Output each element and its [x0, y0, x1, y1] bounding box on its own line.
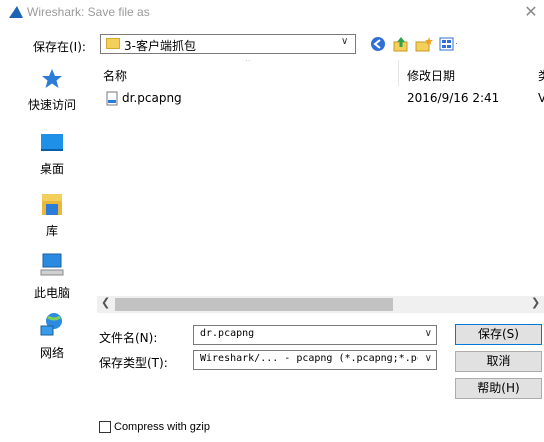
save-in-label: 保存在(I):	[33, 40, 86, 54]
gzip-label[interactable]: Compress with gzip	[114, 421, 210, 433]
sidebar-item-library[interactable]: 库	[12, 192, 92, 240]
column-divider[interactable]	[398, 60, 399, 86]
scroll-left-icon[interactable]: ❮	[101, 296, 110, 309]
places-sidebar: 快速访问 桌面 库 此电脑 网络	[12, 60, 92, 420]
computer-icon	[40, 253, 64, 276]
sidebar-item-network[interactable]: 网络	[12, 312, 92, 360]
column-header-modified[interactable]: 修改日期	[407, 67, 455, 84]
sidebar-label: 桌面	[39, 162, 64, 176]
scrollbar-thumb[interactable]	[115, 298, 393, 311]
sidebar-label: 网络	[39, 346, 64, 360]
help-button[interactable]: 帮助(H)	[455, 378, 542, 399]
network-icon	[40, 313, 62, 336]
location-dropdown[interactable]: 3-客户端抓包 ∨	[100, 34, 356, 54]
file-list: ⌃ 名称 修改日期 类 dr.pcapng 2016/9/16 2:41 V	[97, 60, 544, 313]
chevron-down-icon: ∨	[424, 353, 432, 364]
filename-label: 文件名(N):	[99, 331, 158, 345]
chevron-down-icon: ∨	[424, 328, 432, 339]
sidebar-label: 快速访问	[27, 98, 76, 112]
pcapng-file-icon	[106, 91, 118, 106]
location-value: 3-客户端抓包	[124, 39, 196, 53]
new-folder-icon[interactable]	[415, 35, 433, 53]
close-button[interactable]: ✕	[522, 3, 540, 21]
file-row[interactable]: dr.pcapng 2016/9/16 2:41 V	[104, 90, 544, 108]
column-header-name[interactable]: 名称	[103, 67, 127, 84]
title-bar: Wireshark: Save file as ✕	[0, 0, 544, 26]
desktop-icon	[41, 134, 63, 151]
star-icon	[42, 69, 62, 88]
sort-up-icon: ⌃	[244, 60, 252, 68]
filetype-label: 保存类型(T):	[99, 356, 168, 370]
folder-icon	[106, 38, 120, 49]
sidebar-item-desktop[interactable]: 桌面	[12, 130, 92, 178]
scroll-right-icon[interactable]: ❯	[531, 296, 540, 309]
file-modified: 2016/9/16 2:41	[407, 91, 500, 105]
filetype-value: Wireshark/... - pcapng (*.pcapng;*.pc	[200, 353, 418, 364]
save-button[interactable]: 保存(S)	[455, 324, 542, 345]
sidebar-item-quick-access[interactable]: 快速访问	[12, 66, 92, 114]
gzip-checkbox[interactable]	[99, 421, 111, 433]
library-icon	[42, 194, 62, 215]
back-icon[interactable]	[369, 35, 387, 53]
window-title: Wireshark: Save file as	[27, 5, 150, 19]
file-name: dr.pcapng	[122, 91, 182, 105]
sidebar-label: 此电脑	[33, 286, 70, 300]
filename-value: dr.pcapng	[200, 328, 255, 339]
cancel-button[interactable]: 取消	[455, 351, 542, 372]
chevron-down-icon: ∨	[341, 36, 349, 47]
view-menu-icon[interactable]	[439, 35, 457, 53]
filetype-dropdown[interactable]: Wireshark/... - pcapng (*.pcapng;*.pc ∨	[193, 350, 437, 370]
up-folder-icon[interactable]	[392, 35, 410, 53]
sidebar-item-this-pc[interactable]: 此电脑	[12, 252, 92, 300]
sidebar-label: 库	[45, 224, 58, 238]
column-header-type[interactable]: 类	[538, 67, 544, 84]
file-type: V	[538, 91, 544, 105]
horizontal-scrollbar[interactable]: ❮ ❯	[97, 296, 544, 313]
filename-input[interactable]: dr.pcapng ∨	[193, 325, 437, 345]
wireshark-fin-icon	[9, 6, 23, 18]
